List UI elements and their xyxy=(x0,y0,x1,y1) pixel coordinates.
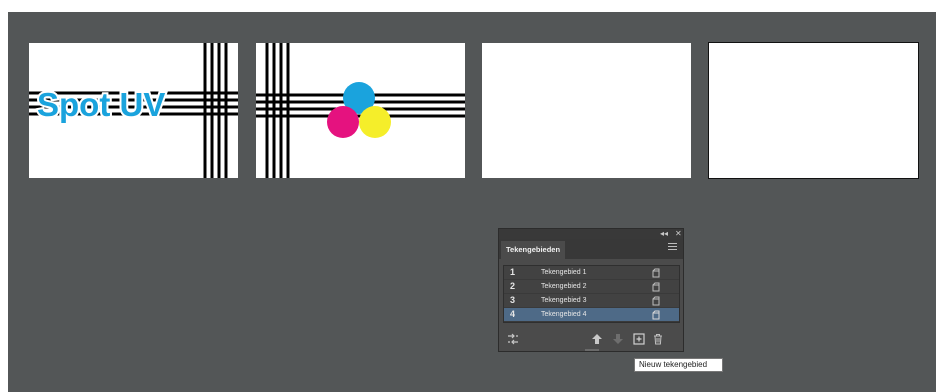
panel-resize-grip[interactable] xyxy=(585,349,599,351)
artboard-row-2[interactable]: 2 Tekengebied 2 xyxy=(504,280,679,294)
artboard-options-icon[interactable] xyxy=(651,282,661,292)
artboard-row-1[interactable]: 1 Tekengebied 1 xyxy=(504,266,679,280)
artboard-options-icon[interactable] xyxy=(651,310,661,320)
magenta-circle xyxy=(327,106,359,138)
artboard-2[interactable] xyxy=(256,43,465,178)
delete-icon[interactable] xyxy=(652,333,664,345)
spot-uv-logo-text: Spot UV xyxy=(37,86,165,123)
row-name: Tekengebied 3 xyxy=(541,297,587,304)
panel-title-bar[interactable]: ◂◂ ✕ xyxy=(499,229,683,239)
artboard-row-3[interactable]: 3 Tekengebied 3 xyxy=(504,294,679,308)
artboard-list: 1 Tekengebied 1 2 Tekengebied 2 3 Tekeng… xyxy=(503,265,680,323)
row-number: 2 xyxy=(510,281,516,291)
close-panel-icon[interactable]: ✕ xyxy=(675,229,682,239)
tooltip: Nieuw tekengebied xyxy=(634,358,723,372)
row-name: Tekengebied 4 xyxy=(541,311,587,318)
row-name: Tekengebied 2 xyxy=(541,283,587,290)
artboard-row-4[interactable]: 4 Tekengebied 4 xyxy=(504,308,679,322)
row-number: 3 xyxy=(510,295,516,305)
cmyk-artwork xyxy=(256,43,465,178)
artboards-panel: ◂◂ ✕ Tekengebieden 1 Tekengebied 1 2 Tek… xyxy=(498,228,684,352)
collapse-panel-icon[interactable]: ◂◂ xyxy=(660,229,668,239)
artboard-1[interactable]: Spot UV xyxy=(29,43,238,178)
yellow-circle xyxy=(359,106,391,138)
tab-tekengebieden[interactable]: Tekengebieden xyxy=(501,241,565,259)
artboard-options-icon[interactable] xyxy=(651,296,661,306)
row-number: 1 xyxy=(510,267,516,277)
new-artboard-icon[interactable] xyxy=(633,333,645,345)
rearrange-icon[interactable] xyxy=(507,333,519,345)
artboard-4[interactable] xyxy=(708,42,919,179)
panel-bottom-bar xyxy=(499,331,683,351)
move-down-icon[interactable] xyxy=(612,333,624,345)
move-up-icon[interactable] xyxy=(591,333,603,345)
row-number: 4 xyxy=(510,309,516,319)
artboard-options-icon[interactable] xyxy=(651,268,661,278)
row-name: Tekengebied 1 xyxy=(541,269,587,276)
panel-menu-icon[interactable] xyxy=(668,243,677,251)
artboard-3[interactable] xyxy=(482,43,691,178)
spot-uv-artwork: Spot UV xyxy=(29,43,238,178)
